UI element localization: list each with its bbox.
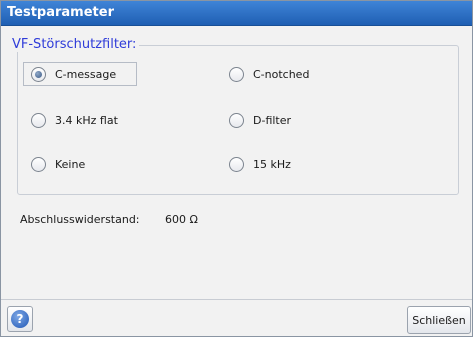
filter-group-legend: VF-Störschutzfilter: bbox=[9, 37, 140, 52]
title-bar: Testparameter bbox=[1, 1, 472, 26]
radio-indicator[interactable] bbox=[31, 156, 46, 172]
radio-d-filter[interactable]: D-filter bbox=[229, 110, 291, 130]
termination-label: Abschlusswiderstand: bbox=[20, 213, 140, 226]
radio-label: 3.4 kHz flat bbox=[55, 113, 118, 127]
question-mark-icon: ? bbox=[11, 310, 29, 328]
radio-indicator[interactable] bbox=[229, 66, 244, 82]
radio-label: C-notched bbox=[253, 67, 310, 81]
radio-indicator[interactable] bbox=[229, 112, 244, 128]
radio-c-notched[interactable]: C-notched bbox=[229, 64, 309, 84]
radio-15-khz[interactable]: 15 kHz bbox=[229, 154, 291, 174]
radio-keine[interactable]: Keine bbox=[31, 154, 85, 174]
radio-c-message[interactable]: C-message bbox=[31, 64, 116, 84]
radio-label: C-message bbox=[55, 67, 117, 81]
test-parameter-dialog: Testparameter VF-Störschutzfilter: C-mes… bbox=[0, 0, 473, 337]
window-title: Testparameter bbox=[7, 5, 114, 20]
radio-label: D-filter bbox=[253, 113, 292, 127]
button-bar bbox=[1, 299, 472, 336]
radio-indicator[interactable] bbox=[229, 156, 244, 172]
help-button[interactable]: ? bbox=[7, 306, 33, 332]
radio-indicator[interactable] bbox=[31, 112, 46, 128]
termination-value: 600 Ω bbox=[165, 213, 198, 226]
radio-indicator-selected[interactable] bbox=[31, 66, 46, 82]
radio-3-4-khz-flat[interactable]: 3.4 kHz flat bbox=[31, 110, 118, 130]
radio-label: 15 kHz bbox=[253, 157, 291, 171]
radio-label: Keine bbox=[55, 157, 86, 171]
close-button[interactable]: Schließen bbox=[407, 306, 471, 334]
